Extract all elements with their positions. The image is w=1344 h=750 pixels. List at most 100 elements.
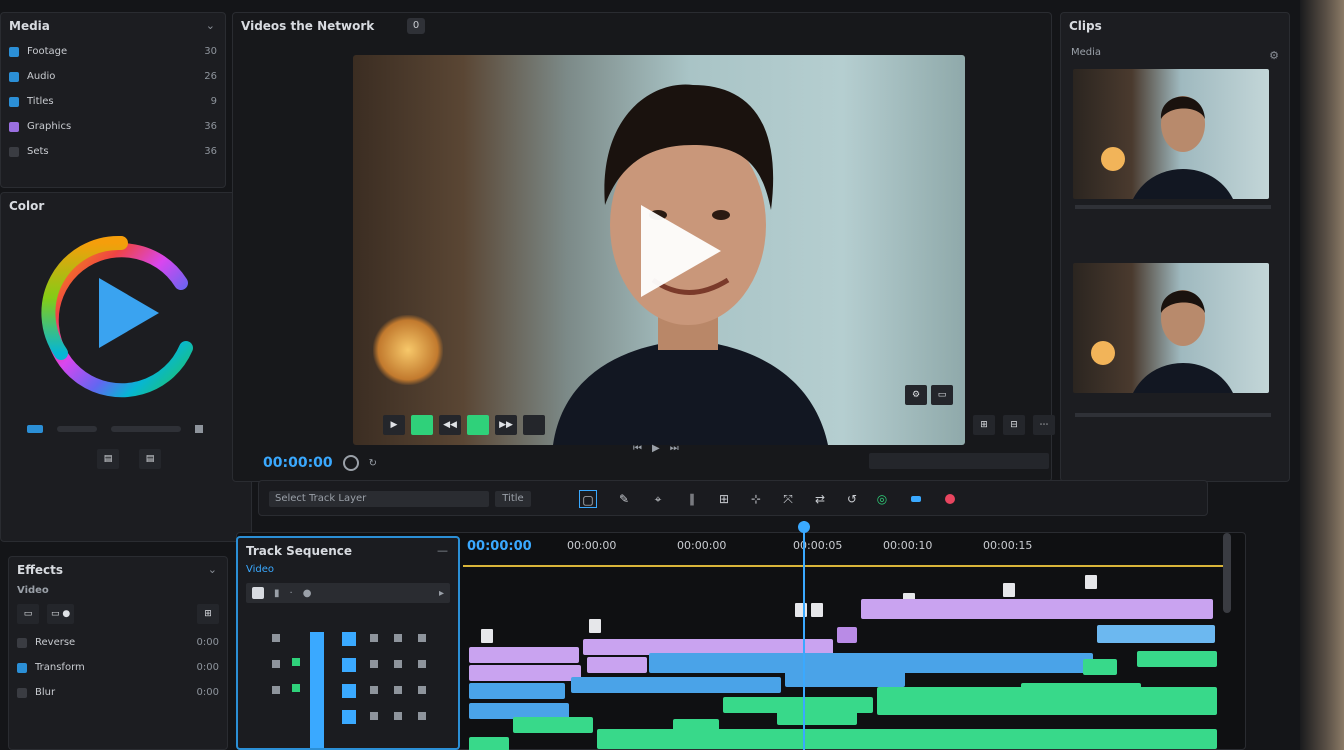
timeline-marker[interactable] [1085,575,1097,589]
track-tool-icon[interactable]: ● [303,588,312,599]
settings-icon[interactable]: ⚙ [905,385,927,405]
step-back-icon[interactable]: ⏮ [633,443,642,454]
media-item[interactable]: Sets 36 [1,139,225,164]
loop-icon[interactable]: ↻ [369,458,377,469]
blue-marker-icon[interactable] [911,496,921,502]
grid-tool-icon[interactable]: ⊞ [715,490,733,508]
media-item[interactable]: Graphics 36 [1,114,225,139]
timeline-clip-green[interactable] [1083,659,1117,675]
clips-panel-title: Clips [1069,19,1102,33]
timeline-clip-green[interactable] [1137,651,1217,667]
effect-item[interactable]: Blur 0:00 [9,680,227,705]
effects-controls: ▭ ▭ ● ⊞ [9,598,227,630]
timeline-clip-green[interactable] [469,737,509,750]
video-overlay-controls-right: ⚙ ▭ [905,385,953,405]
video-preview[interactable]: ▶ ◀◀ ▶▶ ⚙ ▭ [353,55,965,445]
timeline-clip-purple[interactable] [587,657,647,673]
timeline-marker[interactable] [589,619,601,633]
tool-button[interactable]: ⋯ [1033,415,1055,435]
timeline-ruler[interactable]: 00:00:00 00:00:00 00:00:00 00:00:05 00:0… [463,533,1223,567]
record-icon[interactable] [342,455,359,471]
pen-tool-icon[interactable]: ✎ [615,490,633,508]
media-item[interactable]: Audio 26 [1,64,225,89]
effect-item[interactable]: Reverse 0:00 [9,630,227,655]
effect-item[interactable]: Transform 0:00 [9,655,227,680]
timeline-clip-blue[interactable] [649,653,1093,673]
swap-tool-icon[interactable]: ⇄ [811,490,829,508]
timeline-clip-purple[interactable] [469,665,581,681]
overlay-button[interactable]: ▶ [383,415,405,435]
select-tool-icon[interactable]: ▢ [579,490,597,508]
effect-value: 0:00 [196,687,219,698]
clip-thumbnail[interactable] [1073,263,1269,393]
overlay-button[interactable]: ◀◀ [439,415,461,435]
viewer-timecode: 00:00:00 [263,455,333,471]
settings-icon[interactable]: ⚙ [1269,49,1279,62]
color-slider[interactable] [111,426,181,432]
clip-thumbnail[interactable] [1073,69,1269,199]
record-dot-icon[interactable] [945,494,955,504]
viewer-badge[interactable]: 0 [407,18,425,34]
track-tool-icon[interactable]: · [290,588,293,599]
color-slider[interactable] [57,426,97,432]
timeline-clip-blue[interactable] [1097,625,1215,643]
checkbox-icon[interactable] [252,587,264,599]
timeline-marker[interactable] [811,603,823,617]
media-item[interactable]: Titles 9 [1,89,225,114]
timeline-scrollbar[interactable] [1223,533,1231,613]
timeline-marker[interactable] [1003,583,1015,597]
track-selector[interactable]: Select Track Layer [269,491,489,507]
color-panel-title: Color [9,199,45,213]
target-tool-icon[interactable]: ⌖ [649,490,667,508]
chevron-down-icon[interactable]: ⌄ [206,19,215,32]
track-tool-icon[interactable]: ▮ [274,588,280,599]
timeline-clip-green[interactable] [597,729,1217,749]
viewer-title: Videos the Network [241,19,375,33]
playhead[interactable] [798,521,810,750]
slider-handle-icon[interactable] [27,425,43,433]
timeline-clip-green[interactable] [877,687,1217,715]
undo-tool-icon[interactable]: ↺ [843,490,861,508]
timeline-clip-green[interactable] [777,709,857,725]
play-icon [99,278,159,348]
resize-tool-icon[interactable]: ⤧ [779,490,797,508]
track-grid [272,632,426,748]
tool-button[interactable]: ⊞ [973,415,995,435]
chevron-down-icon[interactable]: ⌄ [208,563,217,576]
minimize-icon[interactable]: — [437,544,448,557]
timeline-clip-purple[interactable] [861,599,1213,619]
split-tool-icon[interactable]: ∥ [683,490,701,508]
lock-icon[interactable] [195,425,203,433]
play-small-icon[interactable]: ▶ [652,443,660,454]
media-item[interactable]: Footage 30 [1,39,225,64]
arrow-right-icon[interactable]: ▸ [439,588,444,599]
viewer-scrub-bar[interactable] [869,453,1049,469]
color-button[interactable]: ▤ [139,449,161,469]
program-viewer: Videos the Network 0 ▶ ◀◀ ▶▶ ⚙ ▭ 00:00:0… [232,12,1055,482]
title-field[interactable]: Title [495,491,531,507]
color-wheel[interactable] [31,223,211,403]
timeline-clip-green[interactable] [513,717,593,733]
timeline-clip-purple[interactable] [837,627,857,643]
fullscreen-icon[interactable]: ▭ [931,385,953,405]
timeline-clip-blue[interactable] [469,683,565,699]
overlay-button-active[interactable] [411,415,433,435]
timeline-clip-blue[interactable] [571,677,781,693]
effects-button[interactable]: ⊞ [197,604,219,624]
effects-button[interactable]: ▭ [17,604,39,624]
record-tool-icon[interactable]: ◎ [873,490,891,508]
timeline-marker[interactable] [481,629,493,643]
overlay-button[interactable] [523,415,545,435]
crosshair-tool-icon[interactable]: ⊹ [747,490,765,508]
timeline-clip-purple[interactable] [469,647,579,663]
overlay-button[interactable]: ▶▶ [495,415,517,435]
color-button[interactable]: ▤ [97,449,119,469]
overlay-button-active[interactable] [467,415,489,435]
tool-button[interactable]: ⊟ [1003,415,1025,435]
step-forward-icon[interactable]: ⏭ [670,443,679,454]
media-item-label: Sets [27,146,49,157]
timeline-marker[interactable] [795,603,807,617]
effects-button[interactable]: ▭ ● [47,604,75,624]
play-icon[interactable] [641,205,721,297]
monitor-bezel [1300,0,1344,750]
